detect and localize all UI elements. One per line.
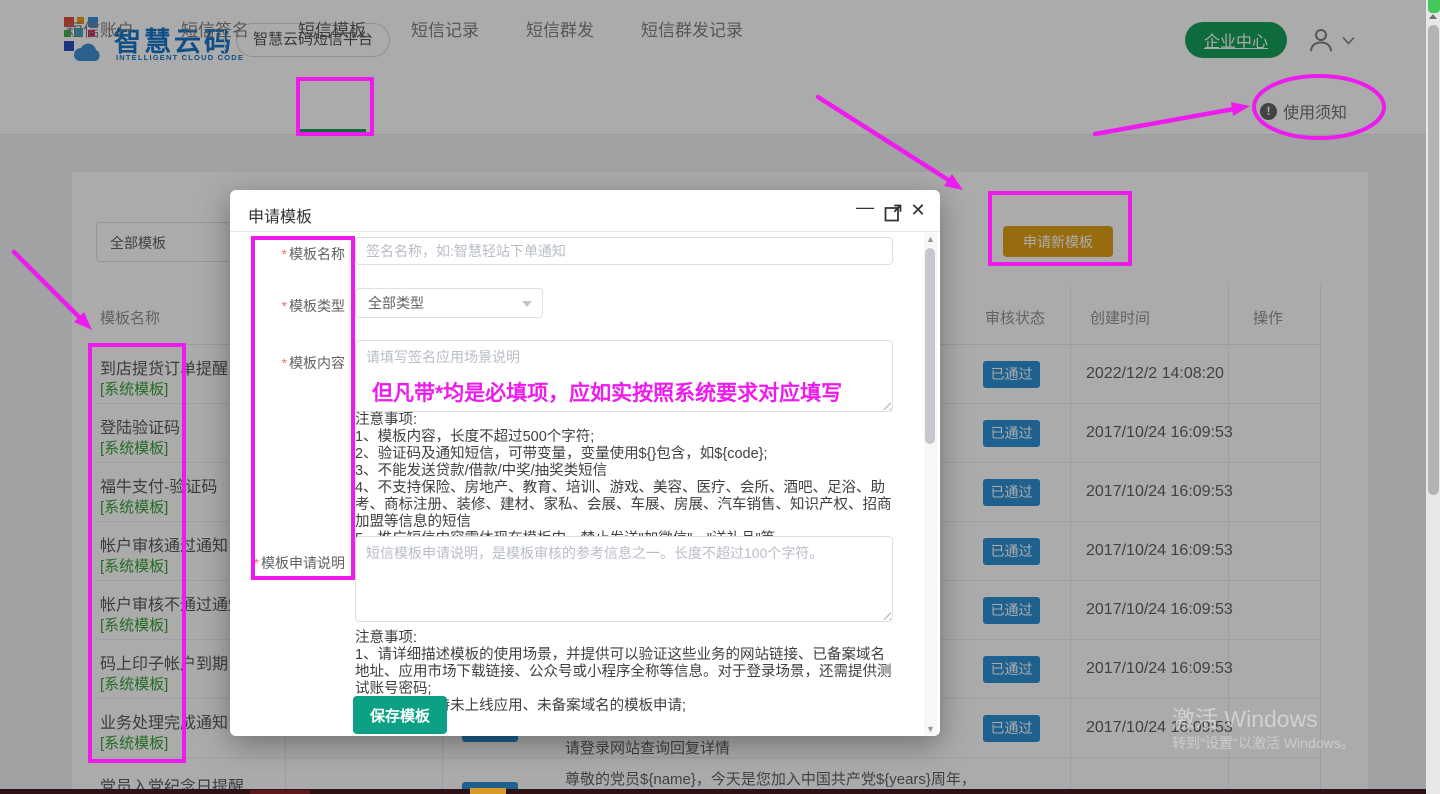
required-asterisk: * [282, 355, 287, 371]
modal-scrollbar[interactable]: ▲ ▼ [924, 233, 937, 735]
apply-template-modal: 申请模板 — ✕ *模板名称 *模板类型 全部类型 *模板内容 注意事项: [230, 190, 940, 736]
modal-scrollbar-thumb[interactable] [925, 248, 935, 444]
annotation-required-note: 但凡带*均是必填项，应如实按照系统要求对应填写 [372, 377, 897, 407]
browser-scrollbar[interactable] [1426, 0, 1440, 794]
apply-description-textarea[interactable] [355, 536, 893, 622]
modal-titlebar [230, 190, 940, 232]
maximize-icon[interactable] [883, 203, 903, 223]
page: 智慧云码 INTELLIGENT CLOUD CODE 智慧云码短信平台 企业中… [0, 0, 1440, 794]
template-type-select[interactable]: 全部类型 [355, 288, 543, 318]
bottom-fragment [250, 790, 310, 794]
required-asterisk: * [282, 298, 287, 314]
bottom-fragment [470, 788, 506, 794]
field-label-template-name: *模板名称 [245, 244, 345, 264]
modal-title: 申请模板 [248, 203, 312, 227]
close-icon[interactable]: ✕ [908, 200, 928, 220]
scroll-up-icon[interactable]: ▲ [924, 234, 937, 244]
caret-down-icon [522, 301, 532, 307]
field-label-template-content: *模板内容 [245, 353, 345, 373]
windows-activation-watermark-sub: 转到"设置"以激活 Windows。 [1172, 733, 1355, 753]
required-asterisk: * [254, 555, 259, 571]
template-type-value: 全部类型 [368, 295, 424, 311]
field-label-template-type: *模板类型 [245, 296, 345, 316]
minimize-icon[interactable]: — [855, 197, 875, 217]
scroll-down-icon[interactable]: ▼ [924, 724, 937, 734]
save-template-button[interactable]: 保存模板 [353, 696, 447, 734]
required-asterisk: * [282, 246, 287, 262]
field-label-apply-description: *模板申请说明 [245, 553, 345, 573]
extension-corner-tab[interactable] [1428, 0, 1440, 13]
bottom-edge-bar [0, 789, 1440, 794]
scrollbar-up-icon[interactable] [1429, 14, 1437, 19]
windows-activation-watermark: 激活 Windows [1172, 700, 1318, 734]
template-name-input[interactable] [355, 237, 893, 265]
browser-scrollbar-thumb[interactable] [1428, 25, 1439, 495]
content-notes: 注意事项: 1、模板内容，长度不超过500个字符; 2、验证码及通知短信，可带变… [355, 412, 895, 548]
